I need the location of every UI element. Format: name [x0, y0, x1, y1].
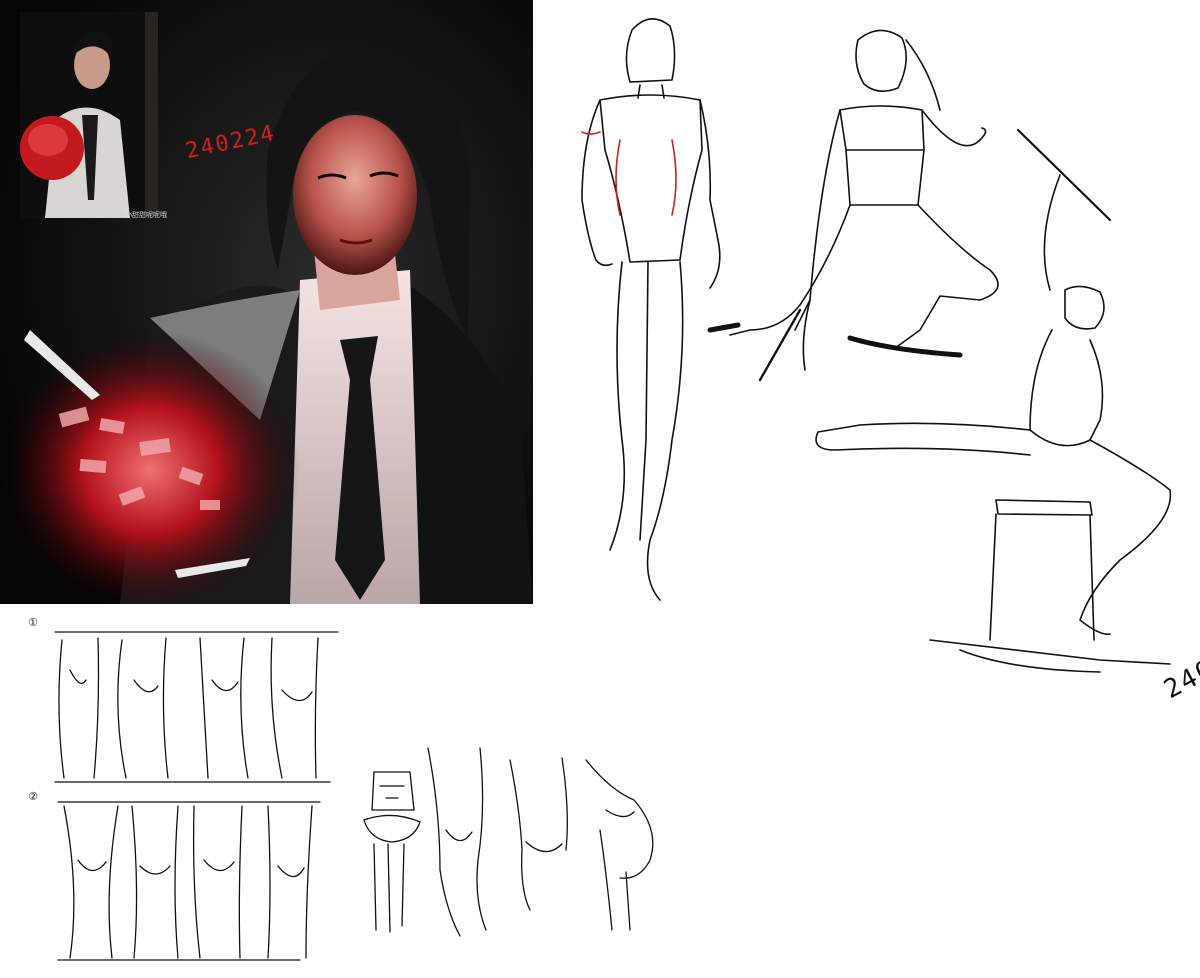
- reference-photo: [20, 12, 158, 218]
- reference-watermark: @小甜甜呢呢哦: [118, 211, 167, 219]
- knee-study-canvas: [54, 631, 654, 961]
- rose-bouquet: [0, 330, 300, 604]
- standing-figure-red-guides: [615, 139, 677, 216]
- kneeling-figure-sketch: [729, 29, 999, 371]
- portrait-painting: 240224 @小甜甜呢呢哦: [0, 0, 533, 604]
- face: [293, 115, 417, 275]
- knee-anatomy-sketches: [363, 747, 654, 937]
- row-2-label: ②: [28, 790, 38, 803]
- row-2-guides: [57, 801, 321, 961]
- knee-studies: ① ②: [0, 610, 700, 978]
- standing-figure-sketch: [581, 18, 721, 601]
- kneeling-figure-shadow: [707, 322, 963, 358]
- kneeling-figure-blade: [758, 308, 802, 382]
- arm-red-guide: [581, 131, 601, 135]
- figure-sketches: 240225: [560, 0, 1200, 705]
- row-1-knee-sketches: [58, 637, 319, 779]
- row-1-label: ①: [28, 616, 38, 629]
- painting-canvas: [0, 0, 533, 604]
- row-2-knee-sketches: [63, 805, 313, 959]
- sketch-canvas: [581, 18, 1172, 673]
- seated-figure-sketch: [815, 128, 1172, 673]
